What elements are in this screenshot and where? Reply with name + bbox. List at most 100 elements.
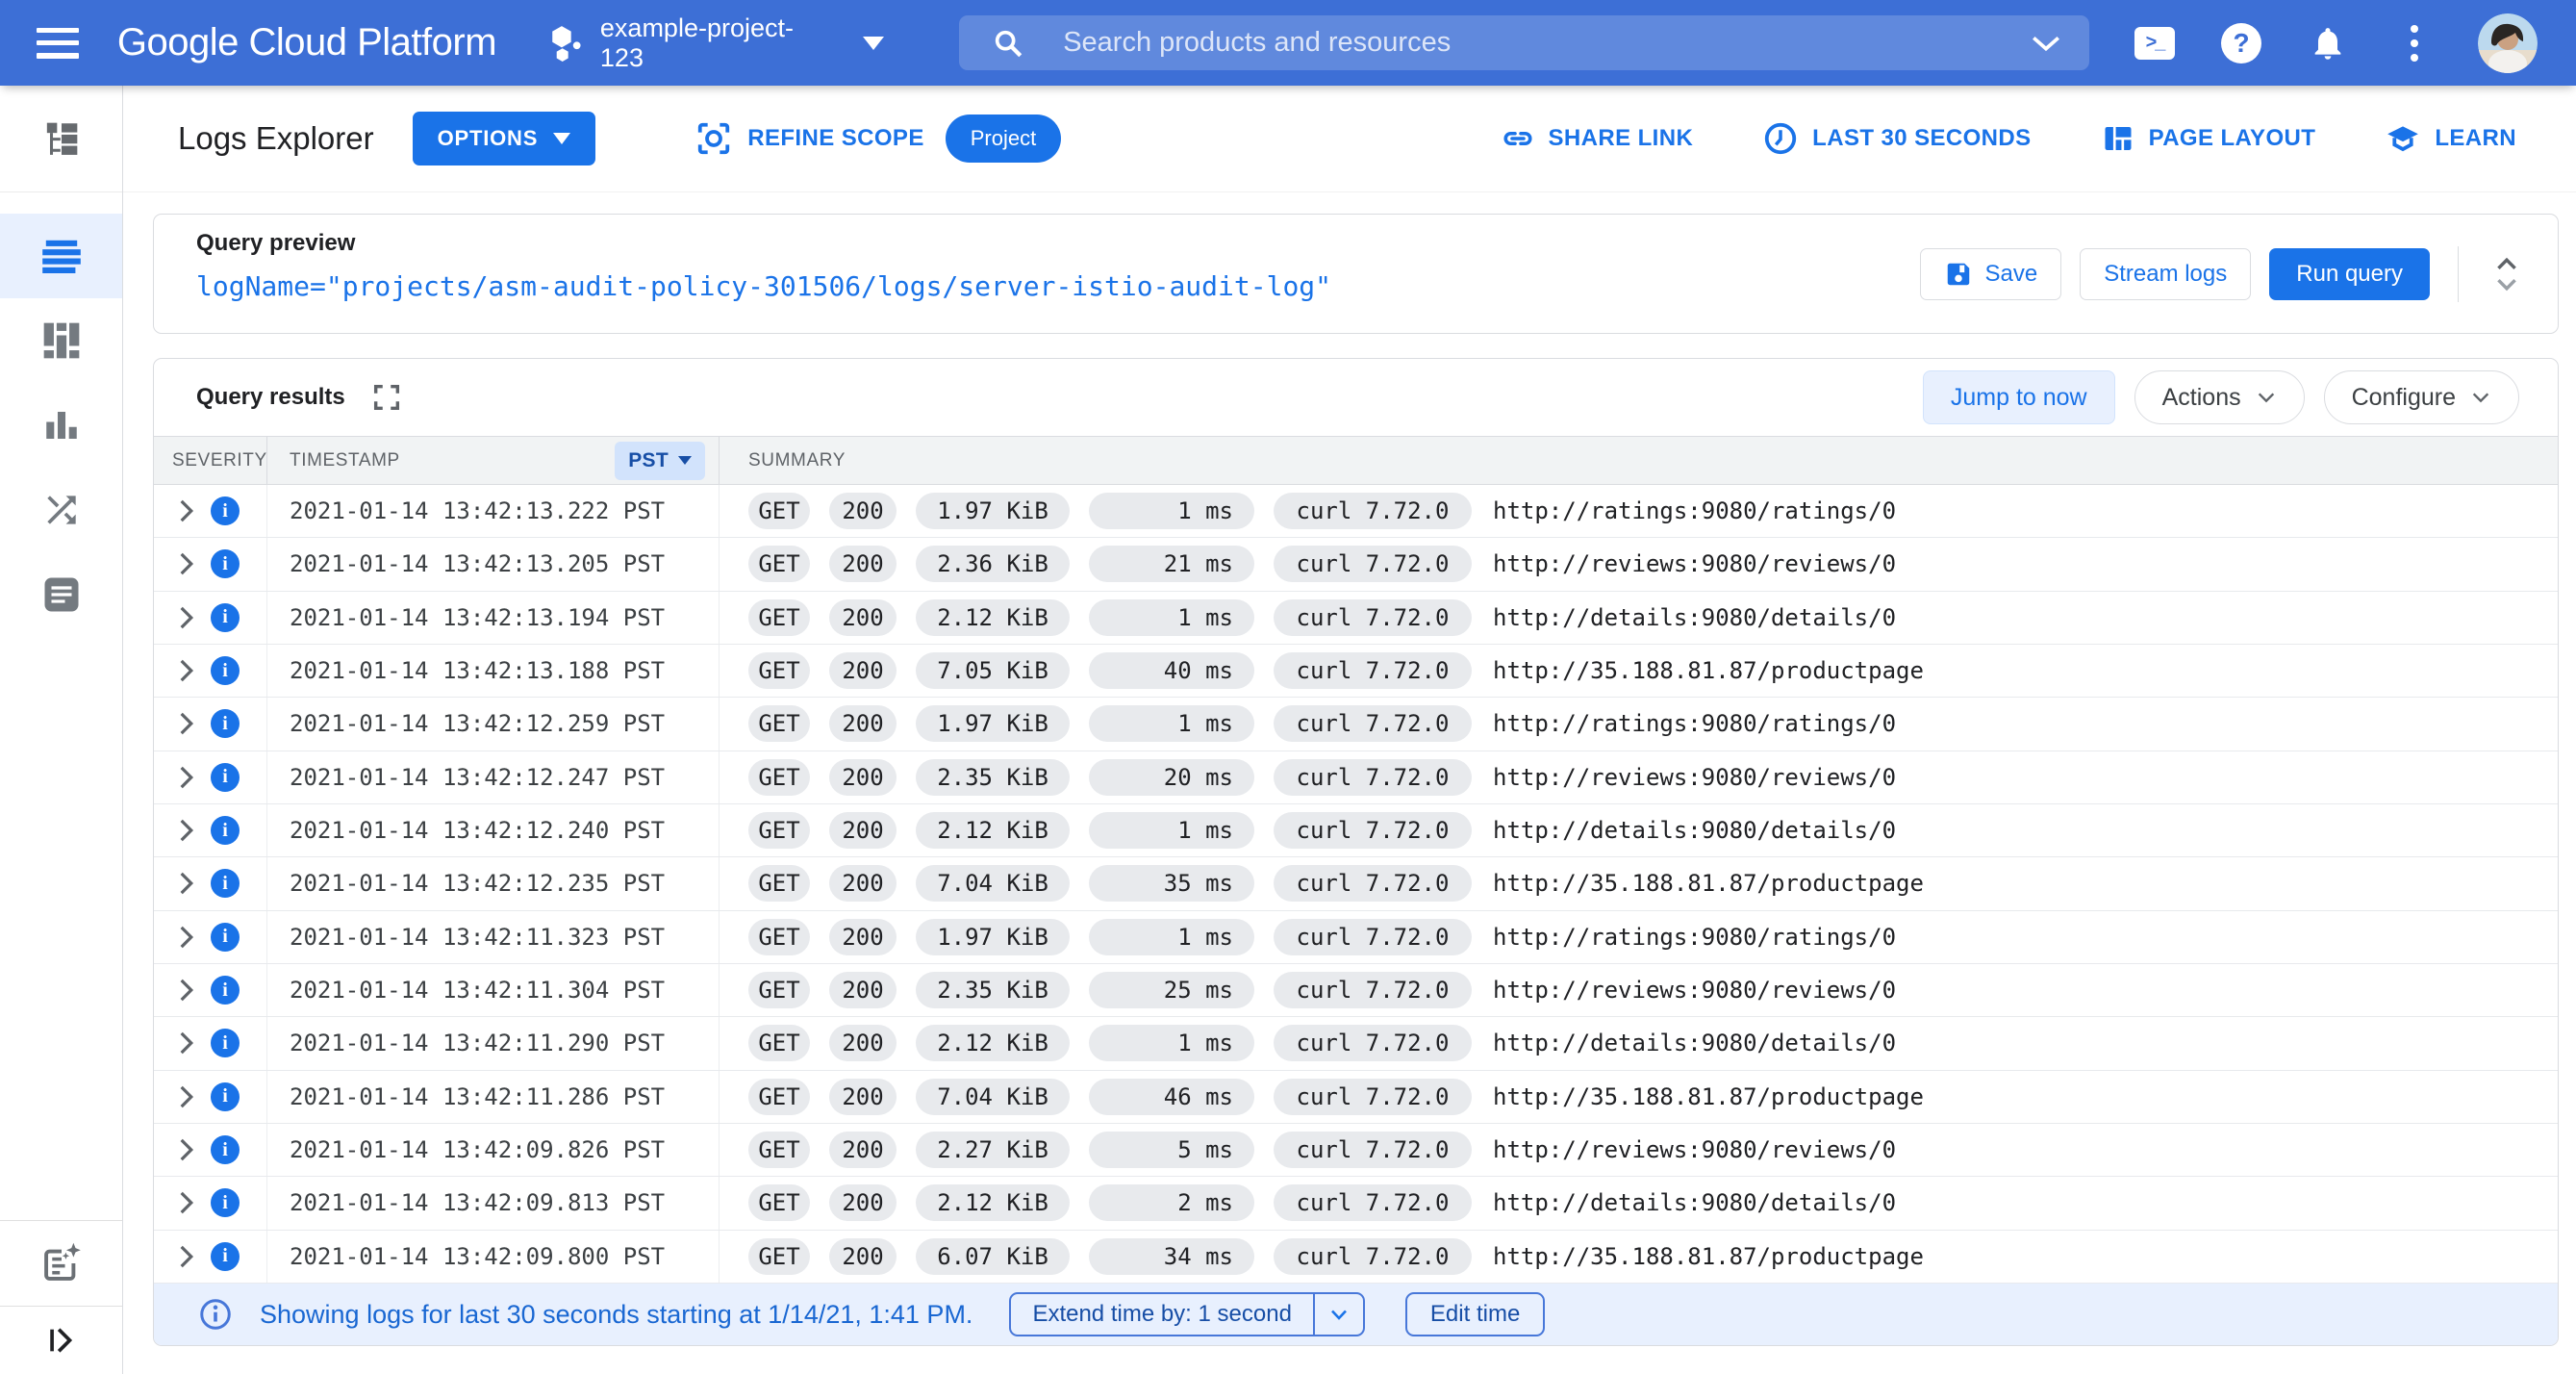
- cloud-shell-button[interactable]: >_: [2134, 22, 2176, 64]
- sidebar-item-histogram[interactable]: [0, 383, 122, 468]
- size-badge: 7.04 KiB: [916, 1078, 1070, 1115]
- sidebar-item-trace[interactable]: [0, 468, 122, 552]
- table-row[interactable]: i 2021-01-14 13:42:12.247 PST GET 200 2.…: [154, 751, 2558, 804]
- sidebar-item-release-notes[interactable]: [0, 1221, 122, 1306]
- share-link-button[interactable]: SHARE LINK: [1501, 121, 1694, 156]
- avatar-image: [2478, 13, 2538, 73]
- size-badge: 6.07 KiB: [916, 1237, 1070, 1275]
- logs-product-icon: [0, 86, 122, 192]
- more-options-button[interactable]: [2393, 22, 2436, 64]
- sidebar-item-logs[interactable]: [0, 214, 122, 298]
- help-button[interactable]: ?: [2220, 22, 2262, 64]
- timezone-selector[interactable]: PST: [615, 441, 705, 480]
- page-title: Logs Explorer: [178, 120, 374, 156]
- table-row[interactable]: i 2021-01-14 13:42:11.304 PST GET 200 2.…: [154, 963, 2558, 1018]
- log-timestamp: 2021-01-14 13:42:12.235 PST: [267, 857, 720, 910]
- query-preview-title: Query preview: [196, 230, 356, 256]
- status-badge: 200: [829, 1078, 897, 1115]
- table-row[interactable]: i 2021-01-14 13:42:13.222 PST GET 200 1.…: [154, 485, 2558, 539]
- expand-row-chevron-icon[interactable]: [175, 818, 196, 843]
- avatar[interactable]: [2478, 13, 2538, 73]
- query-editor-expander[interactable]: [2494, 257, 2519, 292]
- brand-logo[interactable]: Google Cloud Platform: [117, 21, 497, 64]
- table-row[interactable]: i 2021-01-14 13:42:09.800 PST GET 200 6.…: [154, 1230, 2558, 1284]
- status-badge: 200: [829, 705, 897, 743]
- latency-badge: 40 ms: [1089, 652, 1254, 690]
- table-row[interactable]: i 2021-01-14 13:42:09.826 PST GET 200 2.…: [154, 1123, 2558, 1178]
- expand-row-chevron-icon[interactable]: [175, 605, 196, 630]
- run-query-button[interactable]: Run query: [2269, 247, 2430, 300]
- user-agent-badge: curl 7.72.0: [1274, 1078, 1472, 1115]
- extend-time-dropdown[interactable]: [1312, 1294, 1363, 1335]
- expand-row-chevron-icon[interactable]: [175, 1190, 196, 1215]
- expand-row-chevron-icon[interactable]: [175, 658, 196, 683]
- expand-row-chevron-icon[interactable]: [175, 765, 196, 790]
- user-agent-badge: curl 7.72.0: [1274, 812, 1472, 850]
- status-badge: 200: [829, 1237, 897, 1275]
- chevron-down-icon: [1330, 1310, 1347, 1320]
- page-toolbar: Logs Explorer OPTIONS REFINE SCOPE Proje…: [123, 86, 2576, 192]
- expand-row-chevron-icon[interactable]: [175, 1084, 196, 1109]
- menu-icon[interactable]: [37, 27, 79, 59]
- size-badge: 2.12 KiB: [916, 1184, 1070, 1222]
- latency-badge: 5 ms: [1089, 1132, 1254, 1169]
- help-icon: ?: [2221, 22, 2261, 64]
- table-row[interactable]: i 2021-01-14 13:42:12.235 PST GET 200 7.…: [154, 857, 2558, 911]
- severity-info-icon: i: [211, 1029, 240, 1058]
- expand-row-chevron-icon[interactable]: [175, 978, 196, 1003]
- status-badge: 200: [829, 865, 897, 903]
- method-badge: GET: [748, 493, 810, 530]
- table-row[interactable]: i 2021-01-14 13:42:12.259 PST GET 200 1.…: [154, 698, 2558, 751]
- expand-row-chevron-icon[interactable]: [175, 871, 196, 896]
- expand-row-chevron-icon[interactable]: [175, 1030, 196, 1056]
- expand-row-chevron-icon[interactable]: [175, 711, 196, 736]
- extend-time-button[interactable]: Extend time by: 1 second: [1009, 1292, 1365, 1336]
- latency-badge: 20 ms: [1089, 758, 1254, 796]
- scope-badge[interactable]: Project: [945, 114, 1062, 163]
- options-button[interactable]: OPTIONS: [412, 112, 596, 165]
- search-expand-chevron-icon[interactable]: [2030, 33, 2062, 54]
- table-row[interactable]: i 2021-01-14 13:42:13.188 PST GET 200 7.…: [154, 644, 2558, 699]
- table-row[interactable]: i 2021-01-14 13:42:11.323 PST GET 200 1.…: [154, 910, 2558, 964]
- notifications-button[interactable]: [2307, 22, 2349, 64]
- severity-info-icon: i: [211, 549, 240, 579]
- fullscreen-icon[interactable]: [370, 381, 403, 414]
- expand-row-chevron-icon[interactable]: [175, 498, 196, 523]
- refine-scope-button[interactable]: REFINE SCOPE: [695, 120, 924, 157]
- table-row[interactable]: i 2021-01-14 13:42:11.290 PST GET 200 2.…: [154, 1017, 2558, 1071]
- status-badge: 200: [829, 493, 897, 530]
- log-timestamp: 2021-01-14 13:42:11.286 PST: [267, 1070, 720, 1123]
- log-timestamp: 2021-01-14 13:42:12.240 PST: [267, 803, 720, 857]
- time-range-button[interactable]: LAST 30 SECONDS: [1762, 120, 2031, 157]
- page-layout-button[interactable]: PAGE LAYOUT: [2101, 121, 2316, 156]
- log-timestamp: 2021-01-14 13:42:12.259 PST: [267, 698, 720, 751]
- table-row[interactable]: i 2021-01-14 13:42:13.205 PST GET 200 2.…: [154, 538, 2558, 592]
- table-row[interactable]: i 2021-01-14 13:42:09.813 PST GET 200 2.…: [154, 1177, 2558, 1231]
- severity-info-icon: i: [211, 762, 240, 792]
- query-text[interactable]: logName="projects/asm-audit-policy-30150…: [196, 270, 1920, 302]
- save-button[interactable]: Save: [1919, 247, 2062, 300]
- stream-logs-button[interactable]: Stream logs: [2080, 247, 2252, 300]
- top-app-bar: Google Cloud Platform example-project-12…: [0, 0, 2576, 86]
- learn-button[interactable]: LEARN: [2385, 120, 2516, 157]
- table-row[interactable]: i 2021-01-14 13:42:11.286 PST GET 200 7.…: [154, 1070, 2558, 1124]
- search-bar[interactable]: Search products and resources: [959, 15, 2089, 70]
- expand-row-chevron-icon[interactable]: [175, 551, 196, 576]
- project-switcher[interactable]: example-project-123: [550, 13, 885, 73]
- latency-badge: 46 ms: [1089, 1078, 1254, 1115]
- project-hexagons-icon: [552, 25, 581, 62]
- jump-to-now-button[interactable]: Jump to now: [1922, 370, 2115, 424]
- expand-row-chevron-icon[interactable]: [175, 925, 196, 950]
- edit-time-button[interactable]: Edit time: [1404, 1292, 1546, 1336]
- log-timestamp: 2021-01-14 13:42:12.247 PST: [267, 751, 720, 803]
- table-row[interactable]: i 2021-01-14 13:42:12.240 PST GET 200 2.…: [154, 803, 2558, 858]
- actions-button[interactable]: Actions: [2134, 370, 2305, 424]
- expand-row-chevron-icon[interactable]: [175, 1244, 196, 1269]
- sidebar-item-log-fields[interactable]: [0, 298, 122, 383]
- sidebar-item-documentation[interactable]: [0, 552, 122, 637]
- expand-row-chevron-icon[interactable]: [175, 1137, 196, 1162]
- expand-panel-icon[interactable]: [0, 1307, 122, 1374]
- method-badge: GET: [748, 972, 810, 1009]
- table-row[interactable]: i 2021-01-14 13:42:13.194 PST GET 200 2.…: [154, 591, 2558, 645]
- configure-button[interactable]: Configure: [2323, 370, 2519, 424]
